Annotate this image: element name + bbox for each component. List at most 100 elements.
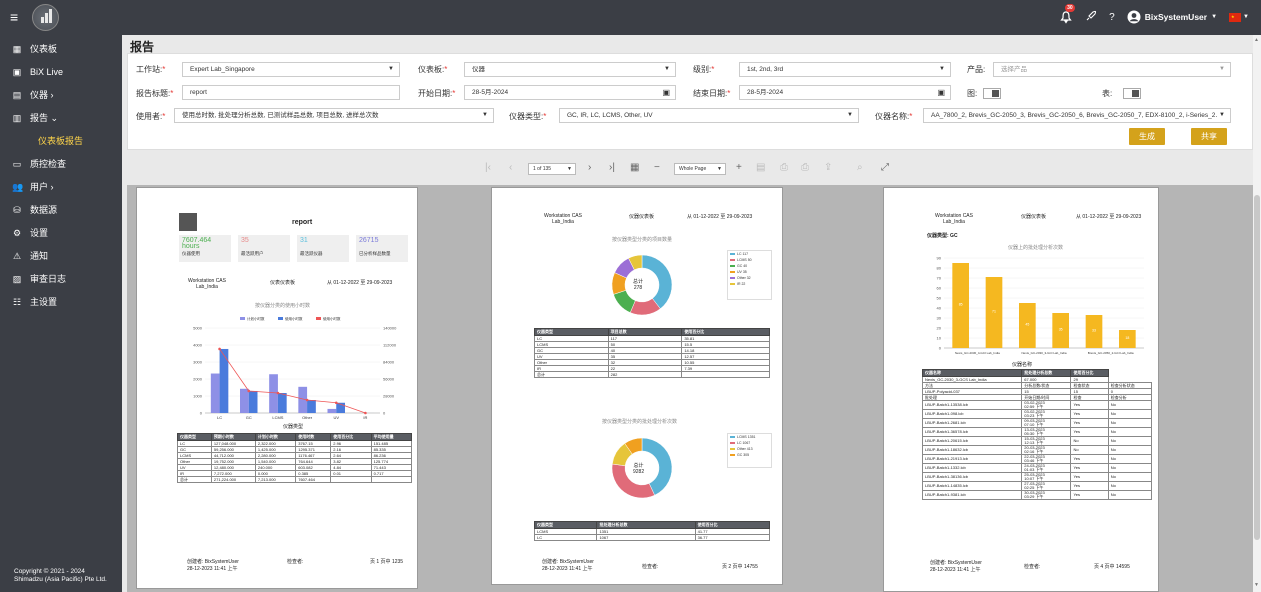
sidebar-item-label: 仪表板 xyxy=(30,44,58,54)
scroll-down-icon[interactable]: ▼ xyxy=(1254,582,1259,588)
table-cell: Yes xyxy=(1070,454,1109,464)
page2-dashboard-name: 仪器仪表板 xyxy=(629,214,655,220)
sidebar-item-11[interactable]: ☷ 主设置 xyxy=(0,290,122,313)
table-row: LC 1067 36.77 xyxy=(533,534,771,541)
generate-button[interactable]: 生成 xyxy=(1129,128,1165,145)
chevron-down-icon: ▼ xyxy=(1219,66,1225,72)
instrument-type-select[interactable]: GC, IR, LC, LCMS, Other, UV ▼ xyxy=(559,108,859,123)
sidebar-item-4[interactable]: 仪表板报告 xyxy=(0,129,122,152)
svg-text:70: 70 xyxy=(937,276,942,281)
sidebar-item-0[interactable]: ▦ 仪表板 xyxy=(0,37,122,60)
donut2-total: 总计 9282 xyxy=(633,463,645,475)
zoom-out-icon[interactable]: − xyxy=(654,161,660,175)
fullscreen-icon[interactable]: ⤢ xyxy=(881,161,889,175)
chevron-down-icon: ▼ xyxy=(847,112,853,118)
search-icon[interactable]: ⌕ xyxy=(857,161,863,175)
sidebar-item-3[interactable]: ▥ 报告 ⌄ xyxy=(0,106,122,129)
kpi-card: 7607.464 hours 仪器使用 xyxy=(179,235,231,262)
tick-label: LCMS xyxy=(272,415,283,420)
sidebar-item-label: 通知 xyxy=(30,251,49,261)
page2-footer-creator: 创建者: BixSystemUser 28-12-2023 11:41 上午 xyxy=(542,559,594,572)
next-page-icon[interactable]: › xyxy=(588,161,591,175)
export-icon[interactable]: ⇪ xyxy=(824,161,832,175)
first-page-icon[interactable]: |‹ xyxy=(485,161,491,175)
product-label: 产品: xyxy=(967,65,986,74)
x-axis-label: 仪器类型 xyxy=(283,424,304,430)
sidebar-item-5[interactable]: ▭ 质控检查 xyxy=(0,152,122,175)
level-select[interactable]: 1st, 2nd, 3rd ▼ xyxy=(739,62,951,77)
report-title-input[interactable]: report xyxy=(182,85,400,100)
hamburger-menu-icon[interactable]: ≡ xyxy=(10,10,18,24)
share-button[interactable]: 共享 xyxy=(1191,128,1227,145)
warning-icon: ⚠ xyxy=(12,250,22,261)
calendar-icon[interactable]: ▣ xyxy=(937,86,945,99)
end-date-input[interactable]: 28-5月-2024 ▣ xyxy=(739,85,951,100)
app-logo[interactable] xyxy=(32,4,59,31)
table-toggle[interactable] xyxy=(1123,88,1141,99)
bar-used xyxy=(219,348,229,413)
language-flag-icon[interactable]: ★ ▼ xyxy=(1229,12,1249,22)
print-icon[interactable]: ⎙ xyxy=(780,161,788,175)
legend-label: LCMS 50 xyxy=(737,258,752,262)
scroll-up-icon[interactable]: ▲ xyxy=(1254,37,1259,43)
users-icon: 👥 xyxy=(12,181,24,192)
usage-hours-chart: 0 0 1000 28000 2000 56000 3000 84000 4000 112000 5… xyxy=(193,316,397,420)
chart-toggle[interactable] xyxy=(983,88,1001,99)
sidebar-item-9[interactable]: ⚠ 通知 xyxy=(0,244,122,267)
usage-select[interactable]: 使用总时数, 批处理分析总数, 已测试样品总数, 项目总数, 进样总次数 ▼ xyxy=(174,108,494,123)
previous-page-icon[interactable]: ‹ xyxy=(509,161,512,175)
sidebar-item-1[interactable]: ▣ BiX Live xyxy=(0,60,122,83)
thumbnails-icon[interactable]: ▦ xyxy=(630,161,639,175)
notification-bell-icon[interactable]: 30 xyxy=(1059,4,1075,24)
rocket-icon[interactable] xyxy=(1085,10,1097,24)
dashboard-select[interactable]: 仪器 ▼ xyxy=(464,62,676,77)
user-menu[interactable]: BixSystemUser ▼ xyxy=(1127,10,1217,24)
bar-data-label: 85 xyxy=(959,303,963,307)
svg-text:4000: 4000 xyxy=(193,343,203,348)
zoom-in-icon[interactable]: + xyxy=(736,161,742,175)
page3-workstation: Workstation CAS Lab_India xyxy=(935,213,973,225)
sidebar-item-2[interactable]: ▤ 仪器 › xyxy=(0,83,122,106)
bar-planned xyxy=(210,373,220,413)
legend-label: LCMS 1351 xyxy=(737,435,756,439)
page3-footer-creator: 创建者: BixSystemUser 28-12-2023 11:41 上午 xyxy=(930,560,982,573)
tick-label: Nexis_GC-2030_3-GCI Lab_India xyxy=(1021,351,1066,355)
table-cell: 30-03-2023 03:29 下午 xyxy=(1021,490,1072,500)
table-header: 使用百分比 xyxy=(330,433,372,441)
start-date-input[interactable]: 28-5月-2024 ▣ xyxy=(464,85,676,100)
annotate-icon[interactable]: ▤ xyxy=(756,161,765,175)
table-cell: No xyxy=(1107,400,1153,410)
sidebar-item-6[interactable]: 👥 用户 › xyxy=(0,175,122,198)
table-cell: LBUP-Batch1-2681.lcb xyxy=(921,418,1023,428)
table-header: 使用百分比 xyxy=(1070,369,1109,377)
end-date-label: 结束日期: xyxy=(693,89,728,98)
zoom-select[interactable]: Whole Page ▼ xyxy=(674,163,726,175)
sidebar-item-8[interactable]: ⚙ 设置 xyxy=(0,221,122,244)
sidebar-item-10[interactable]: ▨ 审查日志 xyxy=(0,267,122,290)
donut1-legend: LC 117 LCMS 50 GC 40 UV 35 Other 32 IR 22 xyxy=(727,250,772,300)
svg-text:140000: 140000 xyxy=(383,326,397,331)
calendar-icon[interactable]: ▣ xyxy=(662,86,670,99)
page-number-select[interactable]: 1 of 135 ▼ xyxy=(528,163,576,175)
help-icon[interactable]: ? xyxy=(1109,12,1115,23)
workstation-select[interactable]: Expert Lab_Singapore ▼ xyxy=(182,62,400,77)
sidebar-item-label: BiX Live xyxy=(30,66,64,77)
sidebar: ▦ 仪表板 ▣ BiX Live ▤ 仪器 › ▥ 报告 ⌄ 仪表板报告 ▭ 质控检查 👥 用户 › ⛁ 数… xyxy=(0,35,122,592)
pdf-viewer[interactable]: report 7607.464 hours 仪器使用 35 最活跃用户 31 最活跃仪器 2… xyxy=(127,185,1253,592)
tick-label: LC xyxy=(217,415,222,420)
table-cell: Yes xyxy=(1070,427,1109,437)
usage-label: 使用者: xyxy=(136,112,163,121)
sidebar-item-label: 用户 › xyxy=(30,182,54,192)
table-row: LBUP-Batch1-9381.lcb 30-03-2023 03:29 下午 Y… xyxy=(921,490,1153,500)
line-point xyxy=(364,411,367,415)
instrument-name-select[interactable]: AA_7800_2, Brevis_GC-2050_3, Brevis_GC-2… xyxy=(923,108,1231,123)
print-layout-icon[interactable]: ⎙ xyxy=(801,161,809,175)
sidebar-item-7[interactable]: ⛁ 数据源 xyxy=(0,198,122,221)
legend-item: IR 22 xyxy=(728,281,771,287)
scrollbar-thumb[interactable] xyxy=(1254,195,1260,540)
page3-x-axis-label: 仪器名称 xyxy=(1012,362,1033,368)
page-scrollbar[interactable]: ▲ ▼ xyxy=(1253,35,1261,592)
chevron-down-icon: ▼ xyxy=(664,66,670,72)
product-select[interactable]: 选择产品 ▼ xyxy=(993,62,1231,77)
last-page-icon[interactable]: ›| xyxy=(609,161,615,175)
